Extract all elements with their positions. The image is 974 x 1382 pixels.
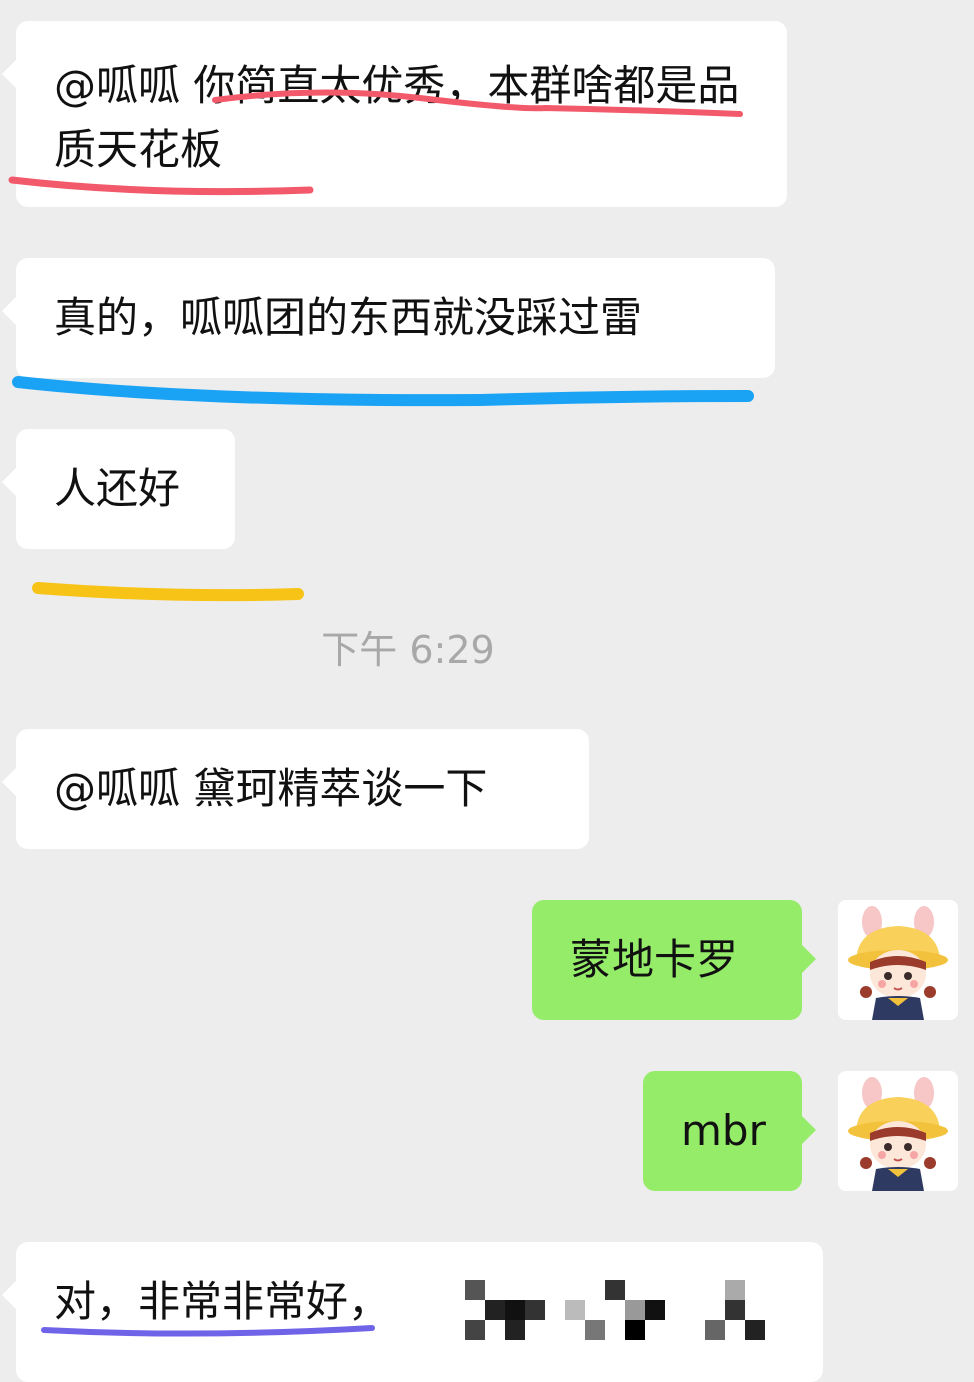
my-message-bubble-1[interactable]: 蒙地卡罗 [532, 900, 816, 1020]
message-bubble-4[interactable]: @呱呱 黛珂精萃谈一下 [2, 729, 589, 849]
message-bubble-3[interactable]: 人还好 [2, 429, 235, 549]
cartoon-girl-yellow-hat-avatar-icon [838, 1071, 958, 1191]
message-text: @呱呱 黛珂精萃谈一下 [54, 764, 488, 813]
pixelated-redaction [460, 1270, 780, 1349]
blue-underline [12, 376, 754, 407]
message-text: 蒙地卡罗 [570, 935, 739, 984]
message-text: mbr [681, 1106, 766, 1155]
message-bubble-1[interactable]: @呱呱 你简直太优秀，本群啥都是品质天花板 [2, 21, 787, 207]
yellow-underline [32, 582, 304, 602]
my-avatar[interactable] [838, 900, 958, 1020]
timestamp: 下午 6:29 [321, 628, 495, 672]
message-text: @呱呱 你简直太优秀，本群啥都是品质天花板 [54, 61, 740, 174]
message-text: 对，非常非常好， [54, 1277, 391, 1326]
message-bubble-2[interactable]: 真的，呱呱团的东西就没踩过雷 [2, 258, 775, 378]
cartoon-girl-yellow-hat-avatar-icon [838, 900, 958, 1020]
my-avatar[interactable] [838, 1071, 958, 1191]
my-message-bubble-2[interactable]: mbr [643, 1071, 816, 1191]
message-text: 人还好 [54, 464, 181, 513]
message-text: 真的，呱呱团的东西就没踩过雷 [54, 293, 643, 342]
